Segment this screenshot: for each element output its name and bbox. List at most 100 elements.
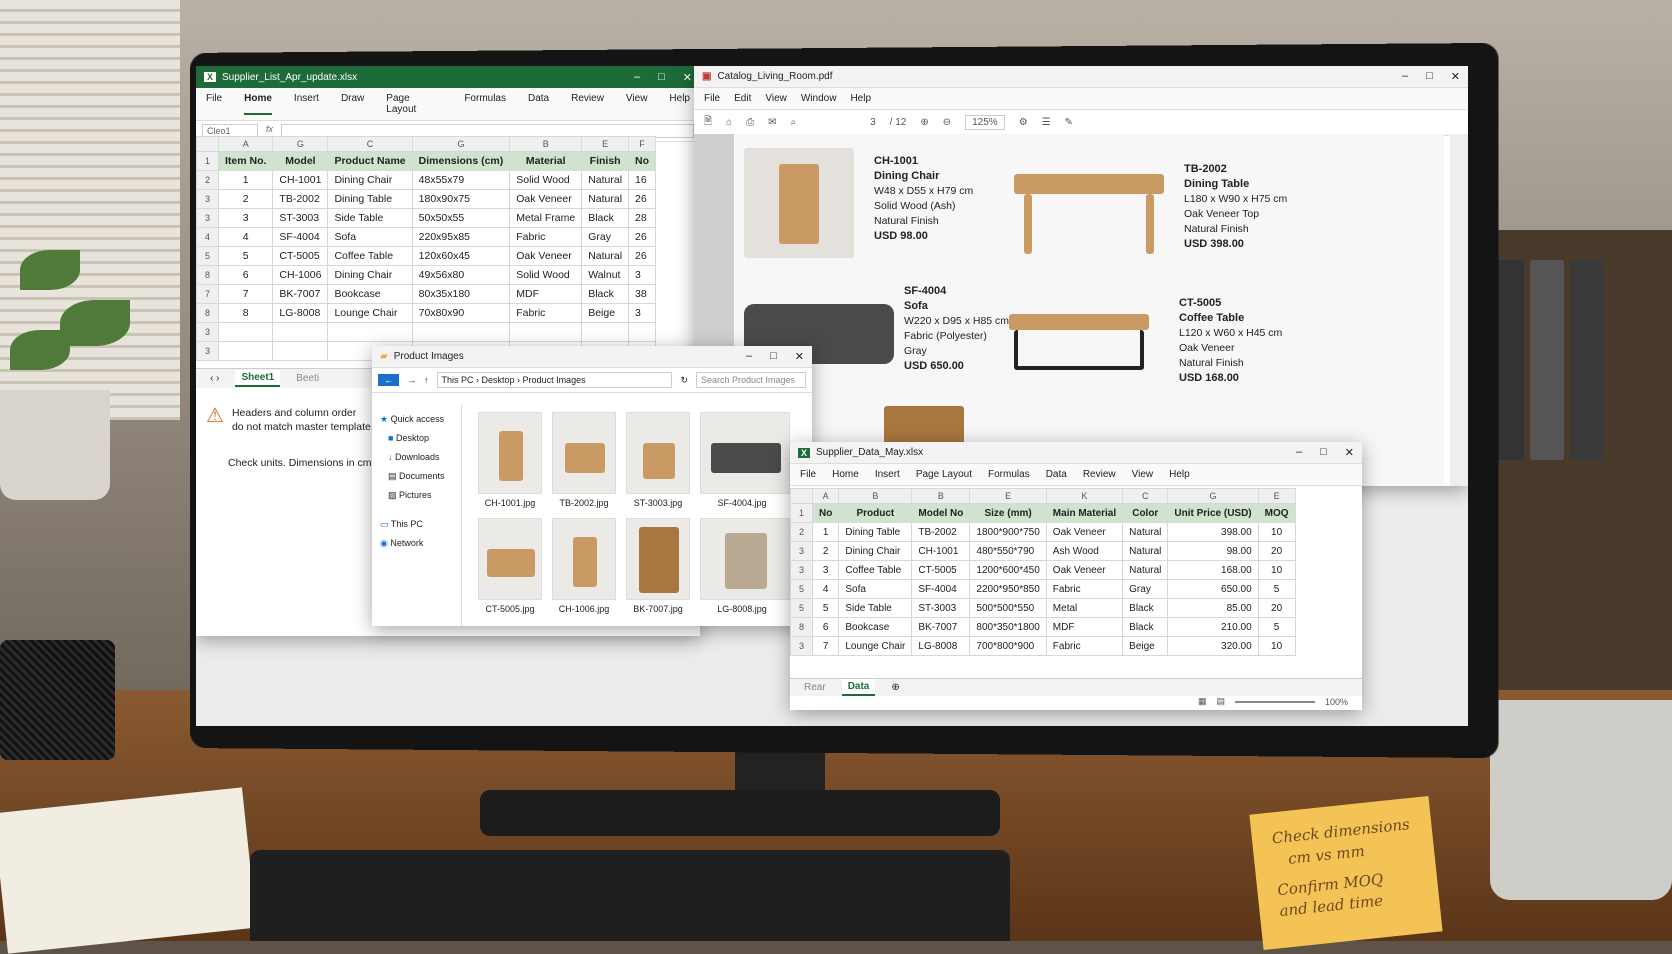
sheet-tab-data[interactable]: Data xyxy=(841,679,876,696)
cell[interactable]: Beige xyxy=(581,303,630,323)
col-header[interactable]: B xyxy=(509,136,583,152)
zoom-slider[interactable] xyxy=(1234,700,1315,703)
cell[interactable]: Bookcase xyxy=(327,284,413,304)
menu-insert[interactable]: Insert xyxy=(294,93,319,115)
cell[interactable]: 168.00 xyxy=(1167,560,1259,580)
cell[interactable]: BK-7007 xyxy=(911,617,971,637)
add-sheet-icon[interactable]: ⊕ xyxy=(891,682,899,693)
maximize-button[interactable]: □ xyxy=(770,350,777,363)
row-number[interactable]: 4 xyxy=(196,227,219,247)
sheet-tab-rear[interactable]: Rear xyxy=(804,682,826,693)
page-number-input[interactable]: 3 xyxy=(870,117,876,128)
cell[interactable]: Natural xyxy=(1122,541,1169,561)
cell[interactable]: Metal Frame xyxy=(509,208,583,228)
cell[interactable]: Oak Veneer xyxy=(509,189,583,209)
cell[interactable]: CH-1001 xyxy=(272,170,329,190)
cell[interactable]: Side Table xyxy=(327,208,413,228)
cell[interactable]: 180x90x75 xyxy=(411,189,511,209)
file-name[interactable]: CT-5005.jpg xyxy=(470,604,550,614)
cell[interactable]: Fabric xyxy=(1045,636,1124,656)
header-cell[interactable]: Dimensions (cm) xyxy=(411,151,511,171)
cell[interactable]: 210.00 xyxy=(1167,617,1259,637)
cell[interactable]: 1 xyxy=(811,522,840,542)
col-header[interactable]: C xyxy=(327,136,413,152)
cell[interactable]: BK-7007 xyxy=(272,284,329,304)
zoom-select[interactable]: 125% xyxy=(965,115,1005,130)
maximize-button[interactable]: □ xyxy=(1320,446,1327,459)
row-number[interactable]: 3 xyxy=(196,341,219,361)
file-thumbnail[interactable] xyxy=(626,412,690,494)
cell[interactable]: CT-5005 xyxy=(272,246,329,266)
cell[interactable]: Dining Table xyxy=(838,522,913,542)
cell[interactable]: 7 xyxy=(811,636,840,656)
file-name[interactable]: SF-4004.jpg xyxy=(702,498,782,508)
row-number[interactable]: 3 xyxy=(790,560,813,580)
cell[interactable]: 3 xyxy=(217,208,274,228)
file-thumbnail[interactable] xyxy=(700,412,790,494)
spreadsheet-grid[interactable]: A B B E K C G E 1 No Product Model No Si… xyxy=(790,488,1296,656)
minimize-button[interactable]: – xyxy=(1402,70,1408,83)
row-number[interactable]: 1 xyxy=(196,151,219,171)
cell[interactable]: Side Table xyxy=(838,598,913,618)
cell[interactable]: Natural xyxy=(1122,522,1169,542)
cell[interactable]: 700*800*900 xyxy=(969,636,1047,656)
row-number[interactable]: 8 xyxy=(196,265,219,285)
file-name[interactable]: ST-3003.jpg xyxy=(618,498,698,508)
menu-edit[interactable]: Edit xyxy=(734,93,751,104)
cell[interactable]: Oak Veneer xyxy=(1045,560,1124,580)
col-header[interactable]: E xyxy=(969,488,1047,504)
mail-icon[interactable]: ✉ xyxy=(768,117,776,128)
page-down-icon[interactable]: ⊖ xyxy=(943,117,951,128)
cell[interactable]: 3 xyxy=(628,265,657,285)
header-cell[interactable]: Size (mm) xyxy=(969,503,1047,523)
cell[interactable]: 2200*950*850 xyxy=(969,579,1047,599)
menu-file[interactable]: File xyxy=(704,93,720,104)
file-name[interactable]: LG-8008.jpg xyxy=(702,604,782,614)
cell[interactable]: 98.00 xyxy=(1167,541,1259,561)
cell[interactable]: Natural xyxy=(1122,560,1169,580)
cell[interactable]: 20 xyxy=(1257,541,1296,561)
file-thumbnail[interactable] xyxy=(552,412,616,494)
cell[interactable]: Coffee Table xyxy=(838,560,913,580)
cell[interactable]: TB-2002 xyxy=(911,522,971,542)
cell[interactable]: MDF xyxy=(1045,617,1124,637)
cell[interactable]: LG-8008 xyxy=(911,636,971,656)
col-header[interactable]: E xyxy=(1257,488,1296,504)
col-header[interactable]: E xyxy=(581,136,630,152)
refresh-icon[interactable]: ↻ xyxy=(680,375,688,386)
cell[interactable]: 10 xyxy=(1257,636,1296,656)
cell[interactable]: Natural xyxy=(581,170,630,190)
header-cell[interactable]: Product Name xyxy=(327,151,413,171)
cell[interactable]: 5 xyxy=(811,598,840,618)
file-name[interactable]: CH-1001.jpg xyxy=(470,498,550,508)
cell[interactable]: 10 xyxy=(1257,522,1296,542)
menu-review[interactable]: Review xyxy=(1083,469,1116,480)
cell[interactable]: 16 xyxy=(628,170,657,190)
cell[interactable]: CH-1006 xyxy=(272,265,329,285)
cell[interactable]: Walnut xyxy=(581,265,630,285)
menu-view[interactable]: View xyxy=(765,93,787,104)
cell[interactable]: Sofa xyxy=(838,579,913,599)
file-name[interactable]: TB-2002.jpg xyxy=(544,498,624,508)
pdf-scrollbar[interactable] xyxy=(1450,134,1468,486)
cell[interactable]: ST-3003 xyxy=(272,208,329,228)
cell[interactable]: 20 xyxy=(1257,598,1296,618)
col-header[interactable]: A xyxy=(811,488,840,504)
cell[interactable]: 220x95x85 xyxy=(411,227,511,247)
cell[interactable]: 1 xyxy=(217,170,274,190)
menu-draw[interactable]: Draw xyxy=(341,93,364,115)
cell[interactable]: 6 xyxy=(811,617,840,637)
print-icon[interactable]: ⎙ xyxy=(746,117,754,128)
col-header[interactable]: F xyxy=(628,136,657,152)
sheet-nav-icon[interactable]: ‹ › xyxy=(210,373,219,384)
sidebar-item-pictures[interactable]: ▨ Pictures xyxy=(380,486,453,505)
cell[interactable]: 48x55x79 xyxy=(411,170,511,190)
menu-help[interactable]: Help xyxy=(1169,469,1190,480)
cell[interactable]: TB-2002 xyxy=(272,189,329,209)
row-number[interactable]: 2 xyxy=(196,170,219,190)
col-header[interactable]: G xyxy=(411,136,511,152)
cell[interactable]: Dining Table xyxy=(327,189,413,209)
header-cell[interactable]: Model xyxy=(272,151,329,171)
normal-view-icon[interactable]: ▦ xyxy=(1198,696,1207,707)
cell[interactable]: Fabric xyxy=(509,227,583,247)
